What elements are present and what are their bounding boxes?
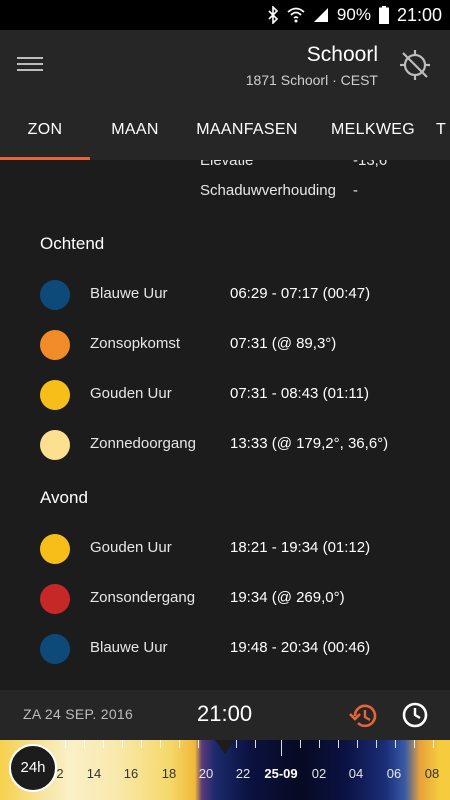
blue-hour-dot (40, 634, 70, 664)
list-item: Blauwe Uur 06:29 - 07:17 (00:47) (0, 275, 450, 315)
elevation-label: Elevatie (200, 160, 254, 169)
event-time: 07:31 (@ 89,3°) (230, 335, 337, 352)
status-bar: 90% 21:00 (0, 0, 450, 30)
bluetooth-icon (267, 6, 279, 24)
event-name: Zonsopkomst (90, 335, 181, 352)
sunset-dot (40, 584, 70, 614)
shadow-ratio-value: - (353, 182, 358, 199)
status-time: 21:00 (396, 4, 442, 25)
timeline-label: 18 (161, 766, 177, 781)
location-title-block[interactable]: Schoorl 1871 Schoorl · CEST (246, 42, 378, 90)
timeline-label: 20 (198, 766, 214, 781)
clock-icon[interactable] (401, 701, 429, 729)
time-label[interactable]: 21:00 (197, 701, 252, 727)
date-time-bar: ZA 24 SEP. 2016 21:00 (0, 690, 450, 740)
event-name: Zonsondergang (90, 589, 196, 606)
timeline-label: 08 (424, 766, 440, 781)
elevation-value: -13,6 (353, 160, 388, 169)
timeline-label: 2 (56, 766, 64, 781)
tab-maan[interactable]: MAAN (90, 100, 180, 160)
app-toolbar: Schoorl 1871 Schoorl · CEST (0, 30, 450, 100)
list-item: Gouden Uur 18:21 - 19:34 (01:12) (0, 529, 450, 569)
24h-button[interactable]: 24h (9, 744, 57, 792)
event-time: 19:48 - 20:34 (00:46) (230, 639, 371, 656)
solar-noon-dot (40, 430, 70, 460)
event-name: Blauwe Uur (90, 285, 168, 302)
signal-icon (313, 7, 329, 23)
tab-bar: ZON MAAN MAANFASEN MELKWEG T (0, 100, 450, 160)
timeline-label: 06 (386, 766, 402, 781)
event-name: Gouden Uur (90, 539, 172, 556)
list-item: Zonnedoorgang 13:33 (@ 179,2°, 36,6°) (0, 425, 450, 465)
tab-more[interactable]: T (436, 100, 450, 160)
event-time: 13:33 (@ 179,2°, 36,6°) (230, 435, 389, 452)
event-time: 07:31 - 08:43 (01:11) (230, 385, 369, 402)
list-item: Gouden Uur 07:31 - 08:43 (01:11) (0, 375, 450, 415)
event-time: 18:21 - 19:34 (01:12) (230, 539, 371, 556)
timeline-label: 22 (235, 766, 251, 781)
day-timeline[interactable]: 2 14 16 18 20 22 25-09 02 04 06 08 24h (0, 740, 450, 800)
battery-percent: 90% (336, 5, 371, 24)
date-label[interactable]: ZA 24 SEP. 2016 (23, 706, 133, 722)
event-name: Zonnedoorgang (90, 435, 196, 452)
event-time: 06:29 - 07:17 (00:47) (230, 285, 371, 302)
golden-hour-dot (40, 380, 70, 410)
evening-section-title: Avond (40, 488, 88, 507)
location-title: Schoorl (306, 43, 378, 66)
event-name: Blauwe Uur (90, 639, 168, 656)
timeline-label: 14 (86, 766, 102, 781)
shadow-ratio-label: Schaduwverhouding (200, 182, 336, 199)
sun-content[interactable]: Elevatie -13,6 Schaduwverhouding - Ochte… (0, 160, 450, 690)
golden-hour-dot (40, 534, 70, 564)
tab-maanfasen[interactable]: MAANFASEN (182, 100, 312, 160)
tab-zon[interactable]: ZON (0, 100, 90, 160)
timeline-label: 16 (123, 766, 139, 781)
event-name: Gouden Uur (90, 385, 172, 402)
timeline-label: 04 (348, 766, 364, 781)
battery-icon (378, 6, 389, 24)
timeline-date-label: 25-09 (264, 766, 298, 781)
morning-section-title: Ochtend (40, 234, 105, 253)
wifi-icon (287, 7, 305, 23)
sunrise-dot (40, 330, 70, 360)
blue-hour-dot (40, 280, 70, 310)
gps-off-icon[interactable] (398, 48, 432, 82)
history-icon[interactable] (349, 701, 379, 731)
list-item: Blauwe Uur 19:48 - 20:34 (00:46) (0, 629, 450, 669)
tab-melkweg[interactable]: MELKWEG (318, 100, 428, 160)
event-time: 19:34 (@ 269,0°) (230, 589, 345, 606)
location-subtitle: 1871 Schoorl · CEST (245, 72, 378, 88)
list-item: Zonsondergang 19:34 (@ 269,0°) (0, 579, 450, 619)
hamburger-menu-icon[interactable] (17, 53, 43, 75)
current-time-marker (215, 740, 235, 754)
timeline-label: 02 (311, 766, 327, 781)
list-item: Zonsopkomst 07:31 (@ 89,3°) (0, 325, 450, 365)
